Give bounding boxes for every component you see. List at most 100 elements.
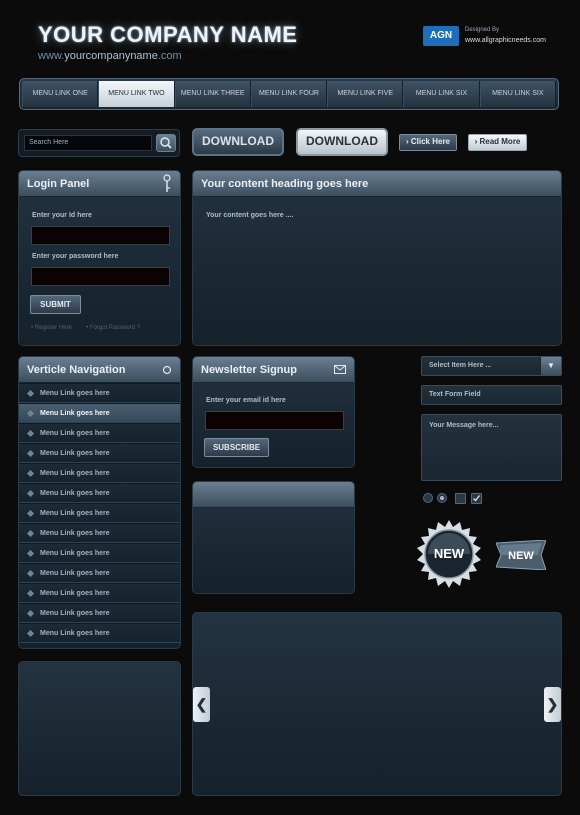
new-ribbon-badge: NEW xyxy=(496,540,546,570)
diamond-bullet-icon xyxy=(26,529,35,538)
diamond-bullet-icon xyxy=(26,509,35,518)
email-label: Enter your email id here xyxy=(206,397,286,404)
password-input[interactable] xyxy=(31,267,170,286)
email-input[interactable] xyxy=(205,411,344,430)
read-more-label: Read More xyxy=(479,137,521,146)
register-link[interactable]: • Register Here xyxy=(31,325,72,331)
vertical-nav-item[interactable]: Menu Link goes here xyxy=(19,483,180,503)
download-button-light[interactable]: DOWNLOAD xyxy=(296,128,388,156)
content-body: Your content goes here .... xyxy=(206,212,294,219)
designer-url[interactable]: www.allgraphicneeds.com xyxy=(465,37,546,44)
vertical-nav-item[interactable]: Menu Link goes here xyxy=(19,543,180,563)
vertical-nav-header: Verticle Navigation xyxy=(19,357,180,383)
url-tld: .com xyxy=(157,50,182,62)
vertical-nav-item-label: Menu Link goes here xyxy=(40,590,110,597)
vertical-nav-item-label: Menu Link goes here xyxy=(40,490,110,497)
menu-link-four[interactable]: MENU LINK FOUR xyxy=(250,81,328,107)
diamond-bullet-icon xyxy=(26,489,35,498)
search-input[interactable]: Search Here xyxy=(24,135,152,151)
item-select[interactable]: Select Item Here ... ▼ xyxy=(421,356,562,376)
vertical-nav-item[interactable]: Menu Link goes here xyxy=(19,383,180,403)
vertical-nav-item-label: Menu Link goes here xyxy=(40,550,110,557)
key-icon xyxy=(163,174,171,192)
vertical-nav-item-label: Menu Link goes here xyxy=(40,470,110,477)
checkbox-unchecked[interactable] xyxy=(455,493,466,504)
vertical-nav-title: Verticle Navigation xyxy=(27,364,126,376)
forgot-password-label: Forgot Password ? xyxy=(89,325,141,331)
url-prefix: www. xyxy=(38,50,65,62)
vertical-nav-item[interactable]: Menu Link goes here xyxy=(19,423,180,443)
menu-link-seven[interactable]: MENU LINK SIX xyxy=(479,81,556,107)
download-button-dark[interactable]: DOWNLOAD xyxy=(192,128,284,156)
vertical-nav-item-label: Menu Link goes here xyxy=(40,430,110,437)
click-here-button[interactable]: › Click Here xyxy=(399,134,457,151)
diamond-bullet-icon xyxy=(26,609,35,618)
chevron-down-icon: ▼ xyxy=(540,357,561,375)
slider-panel xyxy=(192,612,562,796)
text-form-field[interactable]: Text Form Field xyxy=(421,385,562,405)
slider-next-button[interactable]: ❯ xyxy=(544,687,561,722)
refresh-icon xyxy=(162,365,172,375)
menu-link-two[interactable]: MENU LINK TWO xyxy=(98,81,175,107)
vertical-nav-list: Menu Link goes here Menu Link goes here … xyxy=(19,383,180,643)
item-select-value: Select Item Here ... xyxy=(429,362,492,369)
forgot-password-link[interactable]: • Forgot Password ? xyxy=(86,325,140,331)
vertical-nav-item[interactable]: Menu Link goes here xyxy=(19,443,180,463)
envelope-icon xyxy=(334,365,346,374)
vertical-nav-item-label: Menu Link goes here xyxy=(40,530,110,537)
newsletter-title: Newsletter Signup xyxy=(201,364,297,376)
empty-panel xyxy=(192,481,355,594)
vertical-nav-item[interactable]: Menu Link goes here xyxy=(19,623,180,643)
vertical-nav-item-label: Menu Link goes here xyxy=(40,410,110,417)
radio-dot-icon xyxy=(440,496,444,500)
menu-link-one[interactable]: MENU LINK ONE xyxy=(22,81,99,107)
vertical-nav-item[interactable]: Menu Link goes here xyxy=(19,563,180,583)
diamond-bullet-icon xyxy=(26,429,35,438)
newsletter-panel: Newsletter Signup Enter your email id he… xyxy=(192,356,355,468)
id-label: Enter your Id here xyxy=(32,212,92,219)
company-url[interactable]: www.yourcompanyname.com xyxy=(38,50,182,62)
vertical-nav-item[interactable]: Menu Link goes here xyxy=(19,503,180,523)
new-starburst-badge: NEW xyxy=(417,520,481,588)
login-panel: Login Panel Enter your Id here Enter you… xyxy=(18,170,181,346)
read-more-button[interactable]: › Read More xyxy=(468,134,527,151)
vertical-nav-item[interactable]: Menu Link goes here xyxy=(19,583,180,603)
vertical-nav-item[interactable]: Menu Link goes here xyxy=(19,603,180,623)
newsletter-header: Newsletter Signup xyxy=(193,357,354,383)
content-panel: Your content heading goes here Your cont… xyxy=(192,170,562,346)
click-here-label: Click Here xyxy=(410,137,451,146)
diamond-bullet-icon xyxy=(26,629,35,638)
vertical-nav-item[interactable]: Menu Link goes here xyxy=(19,463,180,483)
menu-link-six[interactable]: MENU LINK SIX xyxy=(403,81,480,107)
checkbox-checked[interactable] xyxy=(471,493,482,504)
menu-link-three[interactable]: MENU LINK THREE xyxy=(174,81,251,107)
bottom-left-panel xyxy=(18,661,181,796)
new-starburst-label: NEW xyxy=(434,546,465,561)
subscribe-button[interactable]: SUBSCRIBE xyxy=(204,438,269,457)
message-textarea[interactable]: Your Message here... xyxy=(421,414,562,481)
vertical-nav-item-active[interactable]: Menu Link goes here xyxy=(19,403,180,423)
login-submit-button[interactable]: SUBMIT xyxy=(30,295,81,314)
company-name: YOUR COMPANY NAME xyxy=(38,22,298,47)
slider-prev-button[interactable]: ❮ xyxy=(193,687,210,722)
url-domain: yourcompanyname xyxy=(64,50,158,62)
main-menu: MENU LINK ONE MENU LINK TWO MENU LINK TH… xyxy=(19,78,559,110)
vertical-nav-item-label: Menu Link goes here xyxy=(40,510,110,517)
content-heading: Your content heading goes here xyxy=(193,171,561,197)
search-box: Search Here xyxy=(18,129,180,157)
vertical-nav-item[interactable]: Menu Link goes here xyxy=(19,523,180,543)
radio-checked[interactable] xyxy=(437,493,447,503)
diamond-bullet-icon xyxy=(26,589,35,598)
vertical-nav-item-label: Menu Link goes here xyxy=(40,610,110,617)
diamond-bullet-icon xyxy=(26,409,35,418)
vertical-nav-item-label: Menu Link goes here xyxy=(40,570,110,577)
radio-unchecked[interactable] xyxy=(423,493,433,503)
menu-link-five[interactable]: MENU LINK FIVE xyxy=(327,81,404,107)
empty-panel-header xyxy=(193,482,354,508)
vertical-nav-item-label: Menu Link goes here xyxy=(40,390,110,397)
diamond-bullet-icon xyxy=(26,389,35,398)
checkmark-icon xyxy=(473,495,481,502)
new-ribbon-label: NEW xyxy=(508,550,534,562)
search-button[interactable] xyxy=(156,134,176,152)
id-input[interactable] xyxy=(31,226,170,245)
